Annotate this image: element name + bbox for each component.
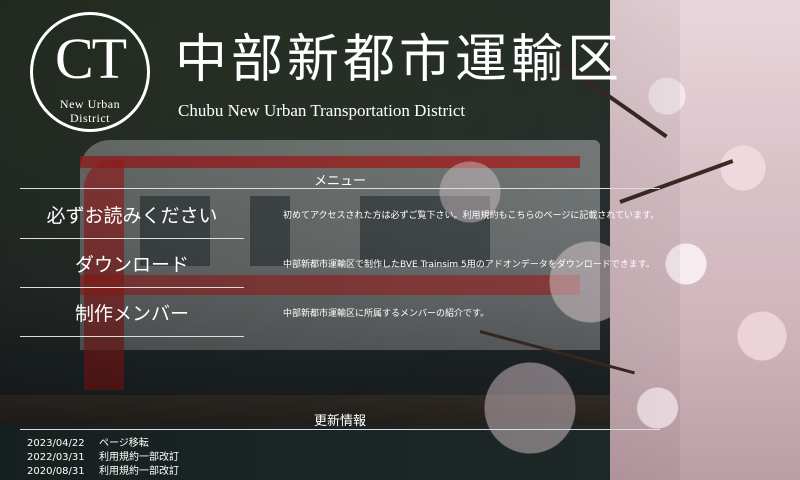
menu-heading: メニュー — [313, 174, 366, 189]
news-text: 利用規約一部改訂 — [99, 452, 179, 463]
news-date: 2023/04/22 — [27, 438, 85, 449]
site-subtitle: Chubu New Urban Transportation District — [178, 101, 466, 120]
menu-item-download[interactable]: ダウンロード — [20, 239, 244, 288]
menu-desc-read-first: 初めてアクセスされた方は必ずご覧下さい。利用規約もこちらのページに記載されていま… — [283, 211, 660, 221]
news-text: ページ移転 — [99, 438, 149, 449]
menu-item-members[interactable]: 制作メンバー — [20, 288, 244, 337]
logo-line-2: District — [70, 111, 110, 125]
menu-desc-members: 中部新都市運輸区に所属するメンバーの紹介です。 — [283, 309, 490, 319]
news-text: 利用規約一部改訂 — [99, 466, 179, 477]
menu-divider — [20, 188, 660, 189]
menu-item-read-first[interactable]: 必ずお読みください — [20, 190, 244, 239]
news-divider — [20, 429, 660, 430]
news-date: 2020/08/31 — [27, 466, 85, 477]
logo-letters: CT — [54, 26, 127, 91]
logo-line-1: New Urban — [59, 97, 121, 111]
site-logo[interactable]: CT New Urban District — [30, 12, 150, 132]
news-entry: 2020/08/31 利用規約一部改訂 — [27, 465, 179, 478]
news-entry: 2022/03/31 利用規約一部改訂 — [27, 451, 179, 464]
news-entry: 2023/04/22 ページ移転 — [27, 437, 149, 450]
menu-desc-download: 中部新都市運輸区で制作したBVE Trainsim 5用のアドオンデータをダウン… — [283, 260, 655, 270]
site-title: 中部新都市運輸区 — [175, 30, 624, 90]
news-date: 2022/03/31 — [27, 452, 85, 463]
news-heading: 更新情報 — [313, 414, 366, 429]
